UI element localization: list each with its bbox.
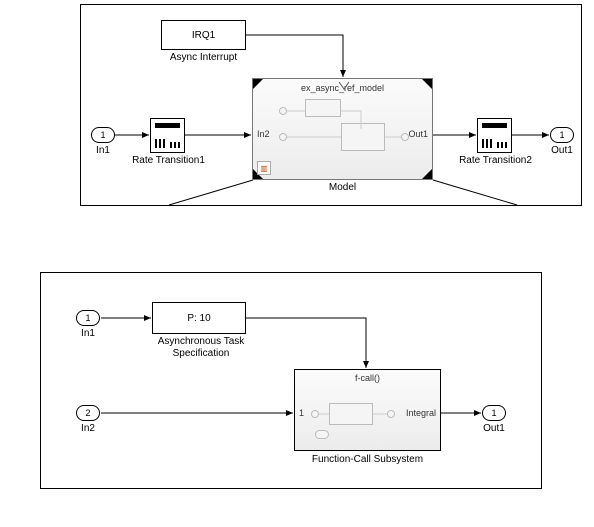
ats-text: P: 10	[187, 313, 210, 324]
fcs-inner-wires	[295, 370, 442, 452]
b-in1-port[interactable]: 1	[76, 310, 100, 326]
b-in1-label: In1	[74, 328, 102, 339]
in1-port[interactable]: 1	[91, 127, 115, 143]
top-diagram-canvas: IRQ1 Async Interrupt 1 In1 Rate Transiti…	[80, 4, 582, 206]
b-in1-num: 1	[85, 313, 90, 323]
ats-block[interactable]: P: 10	[152, 302, 246, 334]
irq-text: IRQ1	[192, 30, 215, 41]
b-in2-label: In2	[74, 423, 102, 434]
rate-transition2-label: Rate Transition2	[453, 155, 538, 166]
model-inner-wires	[253, 79, 434, 181]
rate-transition1-label: Rate Transition1	[126, 155, 211, 166]
out1-num: 1	[559, 130, 564, 140]
in1-num: 1	[100, 130, 105, 140]
b-in2-port[interactable]: 2	[76, 405, 100, 421]
in1-label: In1	[91, 145, 115, 156]
fcs-label: Function-Call Subsystem	[294, 454, 441, 465]
model-label: Model	[252, 182, 433, 193]
async-interrupt-block[interactable]: IRQ1	[161, 20, 246, 50]
rate-transition2-block[interactable]	[477, 118, 512, 153]
async-interrupt-label: Async Interrupt	[161, 52, 246, 63]
fcs-block[interactable]: f-call() 1 Integral	[294, 369, 441, 451]
model-block[interactable]: ex_async_ref_model In2 Out1 ▥	[252, 78, 433, 180]
b-in2-num: 2	[85, 408, 90, 418]
out1-label: Out1	[547, 145, 577, 156]
ats-label-1: Asynchronous Task	[146, 336, 256, 347]
b-out1-label: Out1	[479, 423, 509, 434]
b-out1-port[interactable]: 1	[482, 405, 506, 421]
bottom-diagram-canvas: 1 In1 P: 10 Asynchronous Task Specificat…	[40, 272, 542, 489]
b-out1-num: 1	[491, 408, 496, 418]
ats-label-2: Specification	[146, 348, 256, 359]
out1-port[interactable]: 1	[550, 127, 574, 143]
rate-transition1-block[interactable]	[150, 118, 185, 153]
bottom-wires	[41, 273, 541, 488]
